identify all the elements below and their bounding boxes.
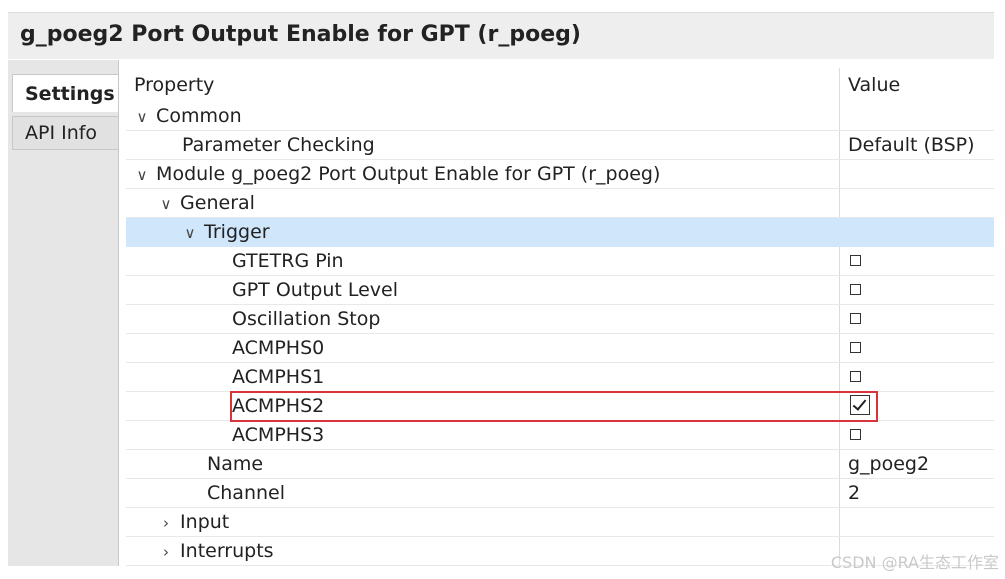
row-label-text: Name [207,453,264,475]
watermark: CSDN @RA生态工作室 [830,553,999,572]
row-label: › Interrupts [158,540,274,562]
row-label: ACMPHS0 [232,337,324,359]
grid-header: Property Value [126,68,994,102]
tab-api-info[interactable]: API Info [12,116,118,150]
tree-row[interactable]: Parameter Checking Default (BSP) [126,131,994,160]
value-column-header[interactable]: Value [848,74,900,96]
row-label: GPT Output Level [232,279,398,301]
row-value[interactable]: 2 [848,482,860,504]
row-label: ∨ Common [134,105,242,127]
tree-row[interactable]: ∨ Trigger [126,218,994,247]
checkbox[interactable] [850,342,861,353]
chevron-down-icon[interactable]: ∨ [158,195,174,213]
row-label-text: Parameter Checking [182,134,375,156]
row-label: › Input [158,511,229,533]
tree-row[interactable]: ACMPHS1 [126,363,994,392]
tree-row[interactable]: GTETRG Pin [126,247,994,276]
row-label-text: Channel [207,482,286,504]
row-label-text: Oscillation Stop [232,308,381,330]
checkbox[interactable] [850,313,861,324]
row-label: ∨ General [158,192,255,214]
tree-row[interactable]: GPT Output Level [126,276,994,305]
row-label: ∨ Module g_poeg2 Port Output Enable for … [134,163,661,185]
row-label-text: Interrupts [180,540,274,562]
tree-row[interactable]: ∨ Common [126,102,994,131]
row-value[interactable]: Default (BSP) [848,134,975,156]
row-label-text: GPT Output Level [232,279,399,301]
tree-row[interactable]: › Input [126,508,994,537]
row-label-text: Trigger [204,221,270,243]
tree-row[interactable]: ∨ General [126,189,994,218]
chevron-down-icon[interactable]: ∨ [182,224,198,242]
row-label-text: General [180,192,255,214]
row-label: ACMPHS1 [232,366,324,388]
row-label-text: GTETRG Pin [232,250,344,272]
tab-settings[interactable]: Settings [12,74,118,112]
chevron-down-icon[interactable]: ∨ [134,108,150,126]
row-label-text: ACMPHS3 [232,424,325,446]
row-label: GTETRG Pin [232,250,344,272]
tree-row[interactable]: Oscillation Stop [126,305,994,334]
checkbox[interactable] [850,284,861,295]
row-label-text: Input [180,511,230,533]
tree-row[interactable]: ∨ Module g_poeg2 Port Output Enable for … [126,160,994,189]
row-value[interactable]: g_poeg2 [848,453,929,475]
row-label-text: ACMPHS1 [232,366,325,388]
tree-row[interactable]: ACMPHS3 [126,421,994,450]
row-label-text: Common [156,105,242,127]
row-label: ∨ Trigger [182,221,270,243]
row-label: ACMPHS3 [232,424,324,446]
chevron-right-icon[interactable]: › [158,514,174,532]
row-label-text: ACMPHS0 [232,337,325,359]
row-label: Name [207,453,263,475]
row-label: Parameter Checking [182,134,375,156]
row-label: Oscillation Stop [232,308,380,330]
chevron-right-icon[interactable]: › [158,543,174,561]
page-title: g_poeg2 Port Output Enable for GPT (r_po… [20,22,581,47]
tree-row[interactable]: Name g_poeg2 [126,450,994,479]
checkbox[interactable] [850,371,861,382]
chevron-down-icon[interactable]: ∨ [134,166,150,184]
highlight-annotation-box [230,391,878,422]
row-label-text: Module g_poeg2 Port Output Enable for GP… [156,163,661,185]
checkbox[interactable] [850,255,861,266]
tree-row[interactable]: Channel 2 [126,479,994,508]
editor-title-bar: g_poeg2 Port Output Enable for GPT (r_po… [8,12,994,59]
side-tab-panel: Settings API Info [8,60,119,566]
row-label: Channel [207,482,285,504]
property-column-header[interactable]: Property [134,74,214,96]
tree-row[interactable]: ACMPHS0 [126,334,994,363]
checkbox[interactable] [850,429,861,440]
